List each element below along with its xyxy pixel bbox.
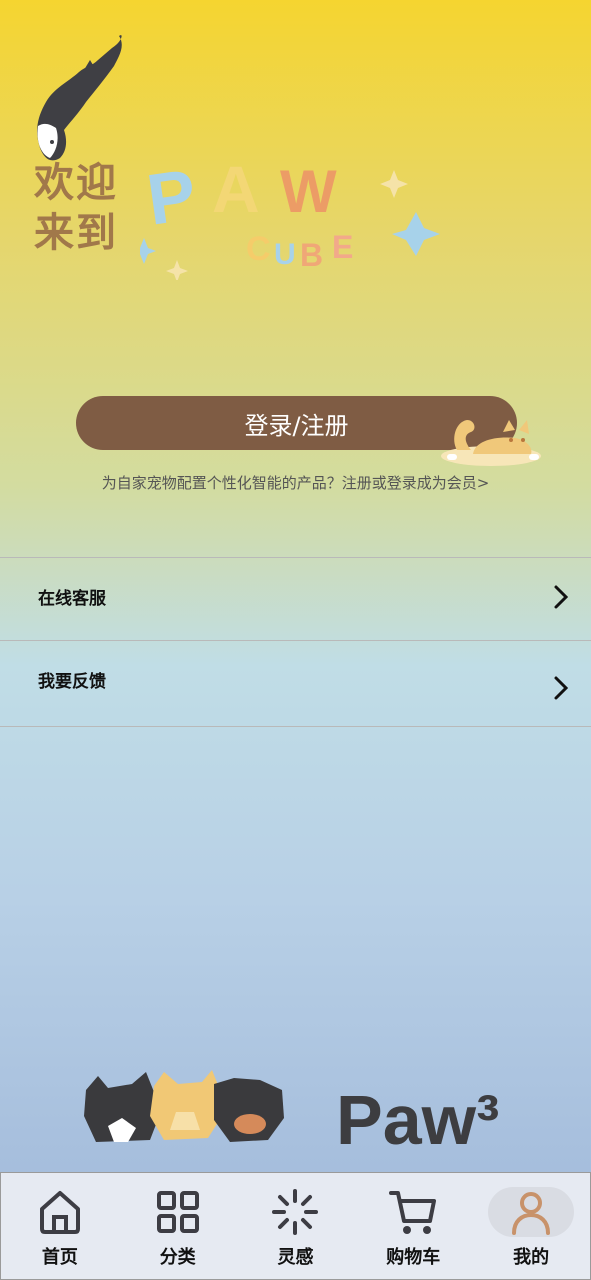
tab-category[interactable]: 分类	[119, 1173, 237, 1279]
svg-text:C: C	[246, 230, 271, 268]
tab-cart-label: 购物车	[386, 1247, 441, 1268]
tab-home[interactable]: 首页	[1, 1173, 119, 1279]
paw-cube-logo: P A W C U B E	[140, 152, 440, 280]
grid-icon	[153, 1187, 203, 1237]
cat-illustration	[37, 35, 122, 161]
bottom-tab-bar: 首页 分类 灵感 购物车 我的	[0, 1172, 591, 1280]
tab-inspiration[interactable]: 灵感	[237, 1173, 355, 1279]
welcome-heading: 欢迎 来到	[34, 158, 144, 258]
cart-icon	[388, 1187, 438, 1237]
paw3-brand-art: Paw³	[84, 1070, 499, 1150]
tab-inspiration-label: 灵感	[277, 1247, 314, 1268]
svg-text:U: U	[274, 238, 296, 271]
feedback-label: 我要反馈	[38, 672, 106, 692]
welcome-line-1: 欢迎	[34, 160, 118, 206]
svg-text:W: W	[280, 158, 337, 225]
tab-mine[interactable]: 我的	[472, 1173, 590, 1279]
svg-text:A: A	[212, 152, 260, 226]
home-icon	[35, 1187, 85, 1237]
chevron-right-icon	[554, 676, 569, 700]
svg-text:P: P	[142, 155, 201, 241]
svg-text:E: E	[332, 229, 353, 265]
lying-cat-illustration	[441, 420, 541, 466]
member-promo-link[interactable]: 为自家宠物配置个性化智能的产品？注册或登录成为会员>	[0, 472, 591, 493]
welcome-line-2: 来到	[34, 210, 118, 256]
online-service-row[interactable]: 在线客服	[0, 557, 591, 640]
tab-home-label: 首页	[41, 1247, 78, 1268]
user-icon	[488, 1187, 575, 1237]
tab-cart[interactable]: 购物车	[354, 1173, 472, 1279]
online-service-label: 在线客服	[38, 589, 106, 609]
tab-mine-label: 我的	[513, 1247, 550, 1268]
paw3-brand-text: Paw³	[336, 1081, 499, 1150]
chevron-right-icon	[554, 585, 569, 609]
svg-text:B: B	[300, 237, 323, 273]
sparkle-icon	[270, 1187, 320, 1237]
tab-category-label: 分类	[159, 1247, 196, 1268]
feedback-row[interactable]: 我要反馈	[0, 640, 591, 727]
